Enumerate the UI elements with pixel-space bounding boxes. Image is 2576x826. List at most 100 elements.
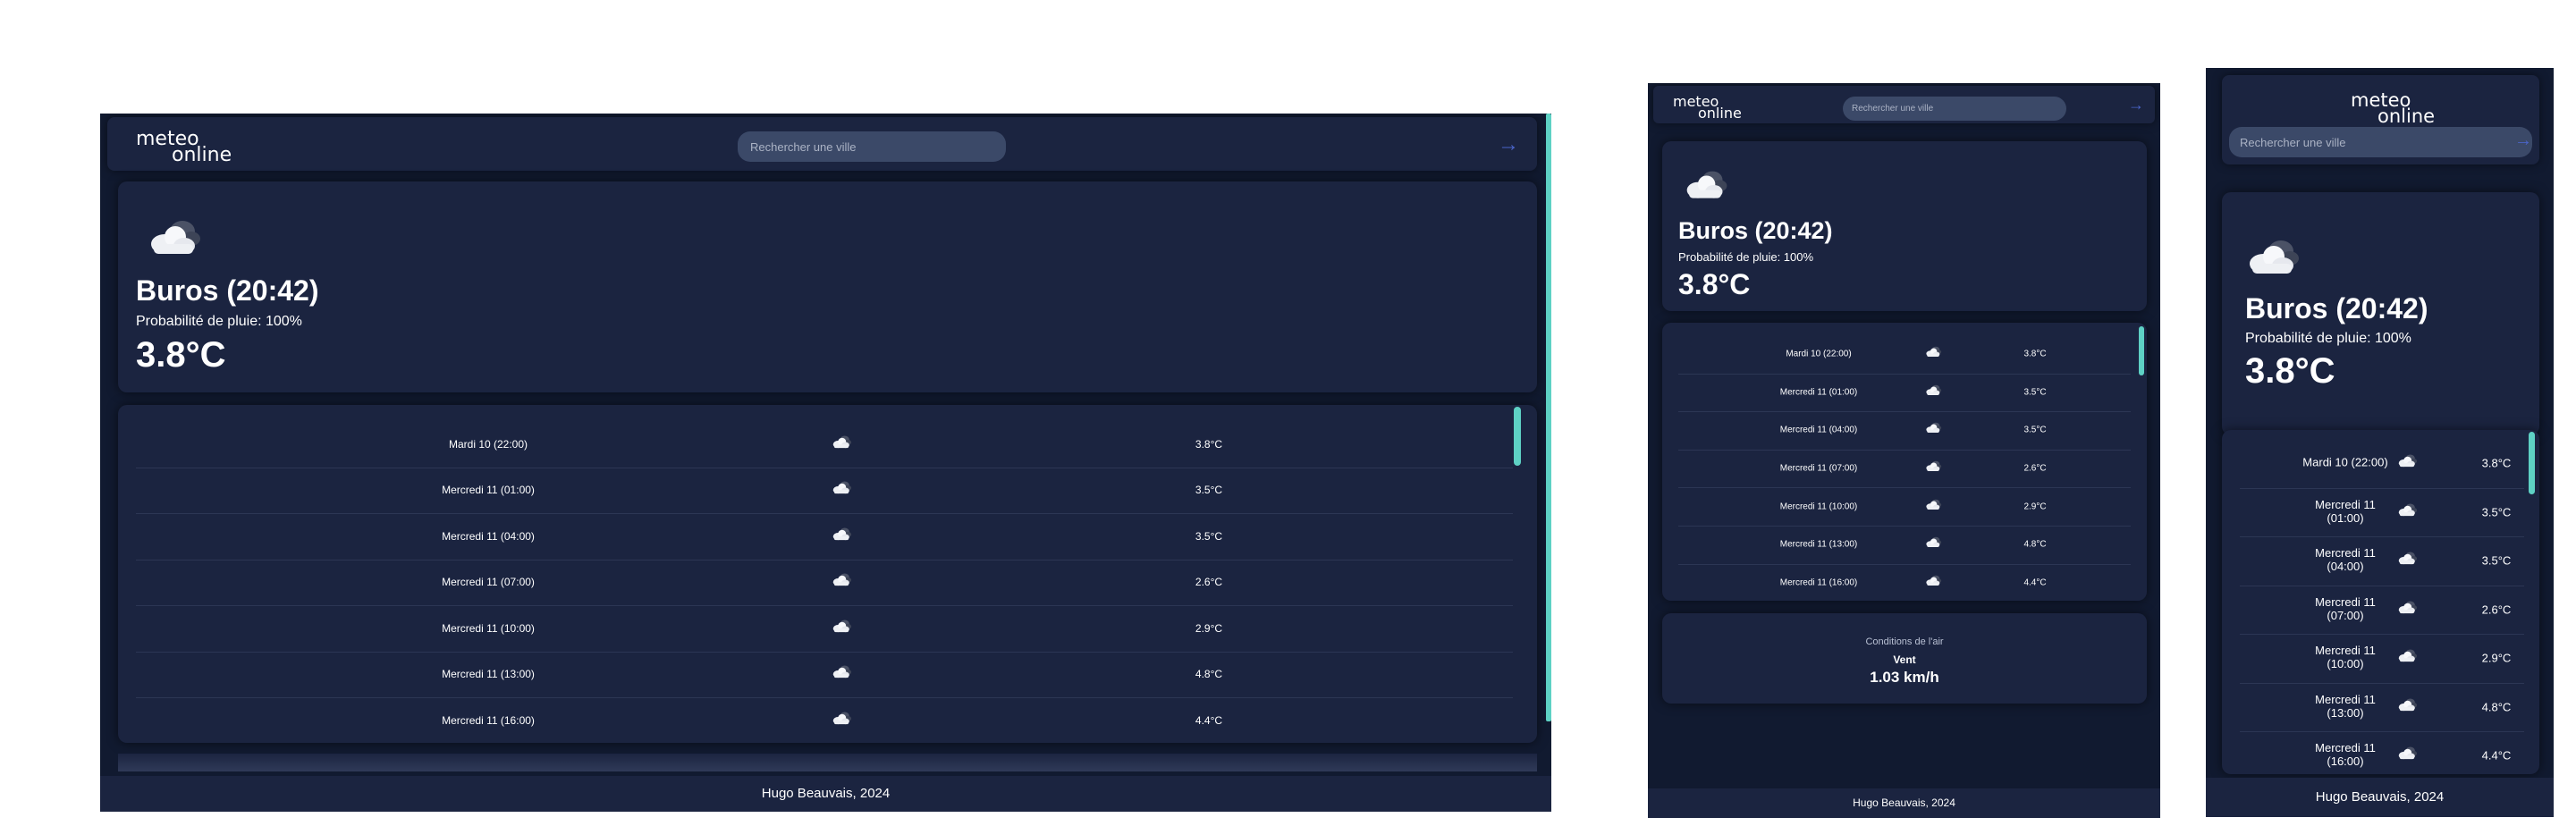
forecast-row: Mercredi 11 (07:00) 2.6°C (1678, 450, 2131, 489)
forecast-time: Mardi 10 (22:00) (448, 437, 528, 451)
forecast-temperature: 3.8°C (2023, 349, 2047, 359)
forecast-time: Mercredi 11 (07:00) (1779, 463, 1858, 474)
forecast-row: Mercredi 11 (07:00) 2.6°C (136, 560, 1513, 606)
forecast-scrollbar-thumb[interactable] (1514, 407, 1521, 466)
air-conditions-card: Conditions de l'air Vent 1.03 km/h (1662, 613, 2147, 704)
air-conditions-title: Conditions de l'air (1865, 636, 1944, 647)
cloud-icon (2396, 746, 2418, 765)
wind-value: 1.03 km/h (1870, 669, 1939, 686)
cloud-icon (2396, 551, 2418, 570)
forecast-time-line2: (10:00) (2327, 657, 2364, 671)
forecast-row: Mardi 10 (22:00) 3.8°C (136, 421, 1513, 468)
current-weather-card: Buros (20:42) Probabilité de pluie: 100%… (2222, 192, 2539, 435)
forecast-time: Mercredi 11 (10:00) (2315, 644, 2376, 671)
search-submit-arrow-icon[interactable]: → (1498, 134, 1519, 156)
forecast-time: Mercredi 11 (01:00) (442, 484, 535, 497)
forecast-time: Mercredi 11 (04:00) (442, 529, 535, 543)
forecast-temperature: 2.9°C (1195, 621, 1223, 635)
footer: Hugo Beauvais, 2024 (100, 776, 1551, 812)
forecast-temperature: 4.4°C (1195, 713, 1223, 727)
search-input[interactable] (2229, 127, 2532, 157)
forecast-temperature: 4.8°C (2023, 539, 2047, 550)
forecast-time: Mercredi 11 (04:00) (1779, 425, 1858, 435)
forecast-row: Mercredi 11 (01:00) 3.5°C (1678, 374, 2131, 413)
forecast-row: Mercredi 11 (16:00) 4.4°C (1678, 564, 2131, 601)
footer-text: Hugo Beauvais, 2024 (761, 786, 891, 801)
logo[interactable]: meteo online (1673, 95, 1742, 121)
cloud-icon (145, 217, 202, 258)
forecast-temperature: 3.5°C (2481, 505, 2512, 519)
forecast-time: Mardi 10 (22:00) (1786, 349, 1852, 359)
forecast-list[interactable]: Mardi 10 (22:00) 3.8°C Mercredi 11 (01:00) 3… (2222, 430, 2539, 774)
search-input[interactable] (1843, 97, 2066, 121)
forecast-row: Mercredi 11 (10:00) 2.9°C (136, 605, 1513, 653)
forecast-time: Mercredi 11 (07:00) (2315, 594, 2376, 623)
forecast-temperature: 3.5°C (1195, 529, 1223, 543)
forecast-row: Mercredi 11 (13:00) 4.8°C (2240, 683, 2524, 732)
forecast-row: Mardi 10 (22:00) 3.8°C (1678, 335, 2131, 375)
forecast-row: Mercredi 11 (10:00) 2.9°C (1678, 487, 2131, 527)
current-temperature: 3.8°C (136, 335, 226, 375)
forecast-scrollbar-thumb[interactable] (2529, 432, 2535, 494)
forecast-time: Mercredi 11 (16:00) (1779, 577, 1858, 588)
cloud-icon (1682, 168, 1728, 202)
cloud-icon (831, 527, 852, 546)
forecast-row: Mercredi 11 (04:00) 3.5°C (136, 513, 1513, 560)
cloud-icon (2243, 237, 2301, 278)
desktop-view: meteo online → Buros (20:42) Probabilité… (100, 114, 1551, 812)
cloud-icon (2396, 600, 2418, 620)
cloud-icon (1924, 422, 1942, 439)
forecast-time-line1: Mardi 10 (22:00) (2302, 455, 2388, 469)
search-submit-arrow-icon[interactable]: → (2514, 131, 2532, 149)
forecast-temperature: 4.8°C (1195, 668, 1223, 681)
cloud-icon (1924, 498, 1942, 515)
forecast-scrollbar-thumb[interactable] (2139, 326, 2144, 375)
navbar: meteo online → (2222, 75, 2539, 164)
forecast-time: Mercredi 11 (01:00) (2315, 497, 2376, 526)
forecast-time-line1: Mercredi 11 (2315, 497, 2376, 511)
forecast-temperature: 2.6°C (2023, 463, 2047, 474)
forecast-time-line2: (13:00) (2327, 705, 2364, 720)
cloud-icon (831, 480, 852, 500)
city-title: Buros (20:42) (1678, 217, 1833, 244)
forecast-time: Mercredi 11 (13:00) (2315, 692, 2376, 721)
navbar: meteo online → (107, 117, 1537, 171)
cloud-icon (831, 434, 852, 454)
forecast-temperature: 3.5°C (2481, 553, 2512, 568)
forecast-temperature: 2.6°C (2481, 603, 2512, 617)
forecast-row: Mercredi 11 (16:00) 4.4°C (136, 697, 1513, 743)
logo[interactable]: meteo online (2351, 91, 2435, 126)
cloud-icon (1924, 574, 1942, 591)
search-input[interactable] (738, 131, 1006, 162)
forecast-row: Mardi 10 (22:00) 3.8°C (2240, 439, 2524, 489)
forecast-time: Mercredi 11 (10:00) (442, 621, 535, 635)
forecast-time-line1: Mercredi 11 (2315, 692, 2376, 706)
current-temperature: 3.8°C (2245, 351, 2335, 391)
forecast-row: Mercredi 11 (04:00) 3.5°C (1678, 411, 2131, 451)
search-submit-arrow-icon[interactable]: → (2128, 97, 2144, 113)
cloud-icon (1924, 460, 1942, 477)
wind-label: Vent (1893, 653, 1916, 666)
current-weather-card: Buros (20:42) Probabilité de pluie: 100%… (118, 181, 1537, 392)
forecast-time: Mercredi 11 (16:00) (442, 713, 535, 727)
forecast-time-line2: (04:00) (2327, 560, 2364, 574)
footer: Hugo Beauvais, 2024 (1648, 788, 2160, 818)
next-card-edge (118, 754, 1537, 771)
forecast-time: Mercredi 11 (13:00) (442, 668, 535, 681)
forecast-list[interactable]: Mardi 10 (22:00) 3.8°C Mercredi 11 (01:00)… (118, 405, 1537, 743)
logo[interactable]: meteo online (136, 130, 232, 165)
page-scrollbar-thumb[interactable] (1546, 114, 1551, 721)
city-title: Buros (20:42) (2245, 292, 2428, 324)
forecast-time: Mercredi 11 (10:00) (1779, 502, 1858, 512)
forecast-time-line1: Mercredi 11 (2315, 594, 2376, 609)
cloud-icon (2396, 453, 2418, 473)
forecast-time: Mercredi 11 (04:00) (2315, 546, 2376, 574)
forecast-time-line1: Mercredi 11 (2315, 644, 2376, 658)
cloud-icon (1924, 536, 1942, 553)
forecast-time-line2: (16:00) (2327, 754, 2364, 769)
forecast-list[interactable]: Mardi 10 (22:00) 3.8°C Mercredi 11 (01:00)… (1662, 323, 2147, 601)
city-title: Buros (20:42) (136, 274, 319, 307)
cloud-icon (1924, 384, 1942, 400)
forecast-temperature: 2.6°C (1195, 576, 1223, 589)
forecast-temperature: 4.4°C (2023, 577, 2047, 588)
